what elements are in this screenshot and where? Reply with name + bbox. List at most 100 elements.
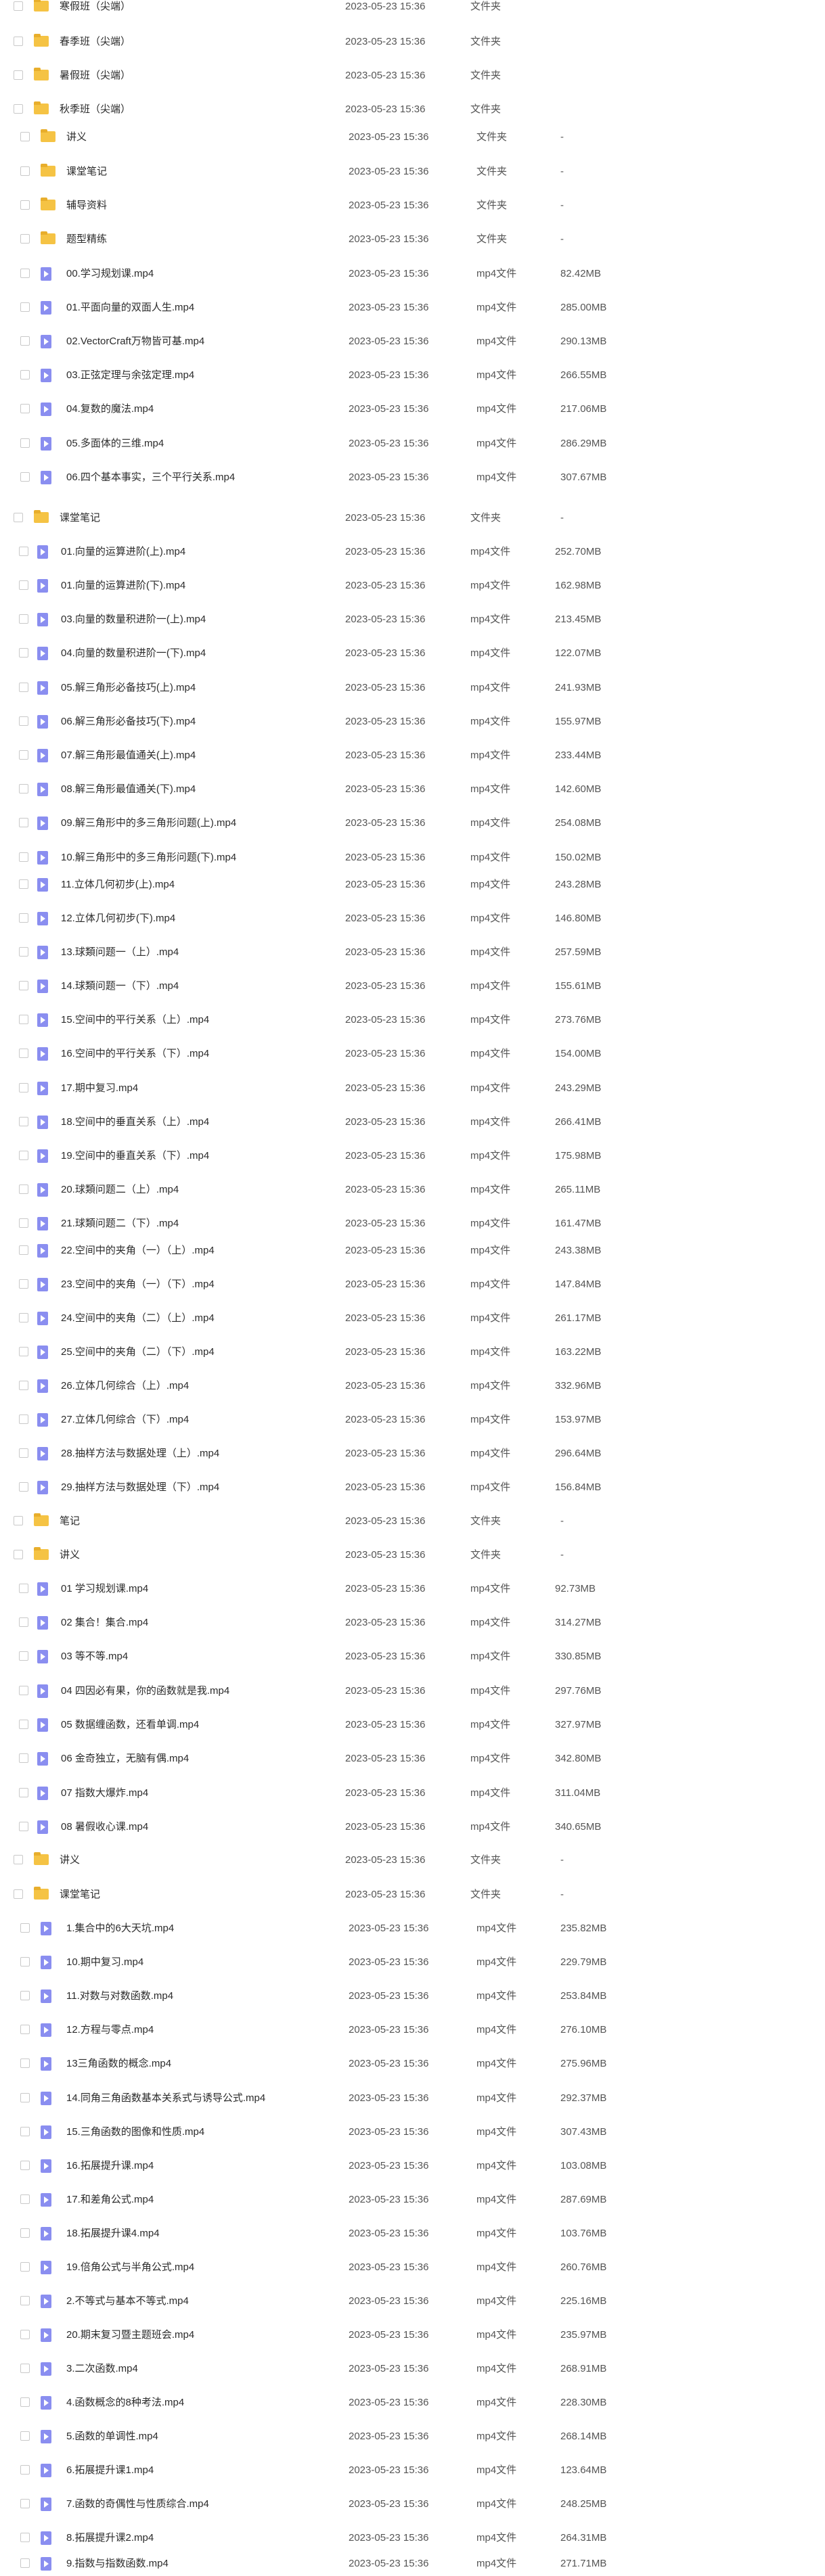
file-name[interactable]: 19.空间中的垂直关系（下）.mp4 [61,1150,209,1162]
file-name[interactable]: 04 四因必有果，你的函数就是我.mp4 [61,1685,229,1697]
file-name[interactable]: 06 金奇独立，无脑有偶.mp4 [61,1753,189,1765]
file-name[interactable]: 5.函数的单调性.mp4 [66,2431,158,2443]
file-row[interactable]: 23.空间中的夹角（一）（下）.mp4 2023-05-23 15:36 mp4文件… [0,1272,825,1297]
file-name[interactable]: 02 集合！集合.mp4 [61,1617,148,1629]
file-row[interactable]: 18.拓展提升课4.mp4 2023-05-23 15:36 mp4文件 103.76… [0,2222,825,2246]
file-row[interactable]: 05.多面体的三维.mp4 2023-05-23 15:36 mp4文件 286.29… [0,432,825,456]
file-name[interactable]: 01 学习规划课.mp4 [61,1583,148,1595]
row-checkbox[interactable] [19,1015,28,1024]
file-row[interactable]: 6.拓展提升课1.mp4 2023-05-23 15:36 mp4文件 123.64M… [0,2458,825,2483]
file-name[interactable]: 04.向量的数量积进阶一(下).mp4 [61,647,206,660]
folder-row[interactable]: 寒假班（尖端） 2023-05-23 15:36 文件夹 [0,0,825,19]
folder-row[interactable]: 秋季班（尖端） 2023-05-23 15:36 文件夹 [0,97,825,122]
file-row[interactable]: 20.期末复习暨主题班会.mp4 2023-05-23 15:36 mp4文件 235… [0,2323,825,2347]
row-checkbox[interactable] [20,1957,30,1967]
file-row[interactable]: 13三角函数的概念.mp4 2023-05-23 15:36 mp4文件 275.96… [0,2052,825,2076]
file-row[interactable]: 29.抽样方法与数据处理（下）.mp4 2023-05-23 15:36 mp4文件… [0,1475,825,1500]
file-row[interactable]: 1.集合中的6大天坑.mp4 2023-05-23 15:36 mp4文件 235.8… [0,1916,825,1941]
file-row[interactable]: 05 数据缠函数，还看单调.mp4 2023-05-23 15:36 mp4文件 32… [0,1713,825,1737]
row-checkbox[interactable] [20,302,30,312]
file-name[interactable]: 讲义 [60,1549,80,1561]
row-checkbox[interactable] [20,2194,30,2204]
file-row[interactable]: 11.对数与对数函数.mp4 2023-05-23 15:36 mp4文件 253.8… [0,1984,825,2008]
row-checkbox[interactable] [19,1218,28,1228]
row-checkbox[interactable] [19,1381,28,1390]
row-checkbox[interactable] [19,1584,28,1593]
file-row[interactable]: 18.空间中的垂直关系（上）.mp4 2023-05-23 15:36 mp4文件 2… [0,1110,825,1134]
file-row[interactable]: 03 等不等.mp4 2023-05-23 15:36 mp4文件 330.85MB [0,1644,825,1669]
row-checkbox[interactable] [19,750,28,760]
file-name[interactable]: 题型精练 [66,233,107,246]
file-row[interactable]: 26.立体几何综合（上）.mp4 2023-05-23 15:36 mp4文件 332… [0,1374,825,1398]
row-checkbox[interactable] [19,981,28,990]
file-row[interactable]: 15.三角函数的图像和性质.mp4 2023-05-23 15:36 mp4文件 30… [0,2120,825,2144]
row-checkbox[interactable] [14,1889,23,1899]
file-name[interactable]: 2.不等式与基本不等式.mp4 [66,2295,189,2307]
file-name[interactable]: 9.指数与指数函数.mp4 [66,2558,169,2570]
row-checkbox[interactable] [19,947,28,957]
file-row[interactable]: 05.解三角形必备技巧(上).mp4 2023-05-23 15:36 mp4文件 2… [0,676,825,700]
file-name[interactable]: 笔记 [60,1515,80,1527]
row-checkbox[interactable] [19,1448,28,1458]
folder-row[interactable]: 讲义 2023-05-23 15:36 文件夹 - [0,1543,825,1567]
row-checkbox[interactable] [20,2558,30,2568]
file-row[interactable]: 10.解三角形中的多三角形问题(下).mp4 2023-05-23 15:36 mp… [0,846,825,870]
file-row[interactable]: 9.指数与指数函数.mp4 2023-05-23 15:36 mp4文件 271.71… [0,2552,825,2576]
row-checkbox[interactable] [19,547,28,556]
file-row[interactable]: 09.解三角形中的多三角形问题(上).mp4 2023-05-23 15:36 mp… [0,811,825,835]
file-row[interactable]: 10.期中复习.mp4 2023-05-23 15:36 mp4文件 229.79MB [0,1950,825,1975]
file-name[interactable]: 23.空间中的夹角（一）（下）.mp4 [61,1279,215,1291]
file-row[interactable]: 21.球類问题二（下）.mp4 2023-05-23 15:36 mp4文件 161.… [0,1212,825,1236]
file-name[interactable]: 11.对数与对数函数.mp4 [66,1990,173,2002]
file-row[interactable]: 06.解三角形必备技巧(下).mp4 2023-05-23 15:36 mp4文件 1… [0,710,825,734]
row-checkbox[interactable] [19,1151,28,1160]
file-name[interactable]: 14.球類问题一（下）.mp4 [61,980,179,992]
row-checkbox[interactable] [19,852,28,862]
row-checkbox[interactable] [20,2330,30,2339]
file-row[interactable]: 7.函数的奇偶性与性质综合.mp4 2023-05-23 15:36 mp4文件 24… [0,2492,825,2516]
row-checkbox[interactable] [19,818,28,827]
folder-row[interactable]: 春季班（尖端） 2023-05-23 15:36 文件夹 [0,30,825,54]
folder-row[interactable]: 暑假班（尖端） 2023-05-23 15:36 文件夹 [0,64,825,88]
file-name[interactable]: 17.期中复习.mp4 [61,1082,138,1095]
row-checkbox[interactable] [20,2058,30,2068]
file-row[interactable]: 3.二次函数.mp4 2023-05-23 15:36 mp4文件 268.91MB [0,2357,825,2381]
folder-row[interactable]: 笔记 2023-05-23 15:36 文件夹 - [0,1509,825,1534]
file-row[interactable]: 17.期中复习.mp4 2023-05-23 15:36 mp4文件 243.29MB [0,1076,825,1101]
file-name[interactable]: 6.拓展提升课1.mp4 [66,2464,154,2477]
file-name[interactable]: 10.期中复习.mp4 [66,1956,143,1969]
file-name[interactable]: 25.空间中的夹角（二）（下）.mp4 [61,1346,215,1358]
file-row[interactable]: 13.球類问题一（上）.mp4 2023-05-23 15:36 mp4文件 257.… [0,940,825,965]
row-checkbox[interactable] [20,404,30,413]
row-checkbox[interactable] [19,1313,28,1322]
file-row[interactable]: 15.空间中的平行关系（上）.mp4 2023-05-23 15:36 mp4文件 2… [0,1008,825,1032]
row-checkbox[interactable] [19,1720,28,1729]
row-checkbox[interactable] [14,1516,23,1525]
file-name[interactable]: 1.集合中的6大天坑.mp4 [66,1923,174,1935]
row-checkbox[interactable] [19,614,28,624]
file-row[interactable]: 06.四个基本事实，三个平行关系.mp4 2023-05-23 15:36 mp4文… [0,465,825,490]
file-name[interactable]: 12.立体几何初步(下).mp4 [61,913,175,925]
file-row[interactable]: 17.和差角公式.mp4 2023-05-23 15:36 mp4文件 287.69M… [0,2188,825,2212]
file-name[interactable]: 暑假班（尖端） [60,70,131,82]
file-name[interactable]: 10.解三角形中的多三角形问题(下).mp4 [61,852,236,864]
file-row[interactable]: 06 金奇独立，无脑有偶.mp4 2023-05-23 15:36 mp4文件 342… [0,1747,825,1771]
file-row[interactable]: 20.球類问题二（上）.mp4 2023-05-23 15:36 mp4文件 265.… [0,1178,825,1202]
row-checkbox[interactable] [19,1753,28,1763]
file-name[interactable]: 24.空间中的夹角（二）（上）.mp4 [61,1312,215,1325]
row-checkbox[interactable] [19,1347,28,1356]
file-name[interactable]: 18.空间中的垂直关系（上）.mp4 [61,1116,209,1128]
row-checkbox[interactable] [20,472,30,482]
row-checkbox[interactable] [19,784,28,794]
row-checkbox[interactable] [20,336,30,346]
row-checkbox[interactable] [19,1822,28,1831]
file-name[interactable]: 寒假班（尖端） [60,1,131,13]
file-name[interactable]: 07.解三角形最值通关(上).mp4 [61,750,196,762]
row-checkbox[interactable] [20,2499,30,2508]
row-checkbox[interactable] [14,1,23,11]
file-name[interactable]: 课堂笔记 [60,1889,100,1901]
file-name[interactable]: 课堂笔记 [60,512,100,524]
file-name[interactable]: 4.函数概念的8种考法.mp4 [66,2397,184,2409]
file-row[interactable]: 4.函数概念的8种考法.mp4 2023-05-23 15:36 mp4文件 228.… [0,2391,825,2415]
file-name[interactable]: 14.同角三角函数基本关系式与诱导公式.mp4 [66,2092,265,2104]
